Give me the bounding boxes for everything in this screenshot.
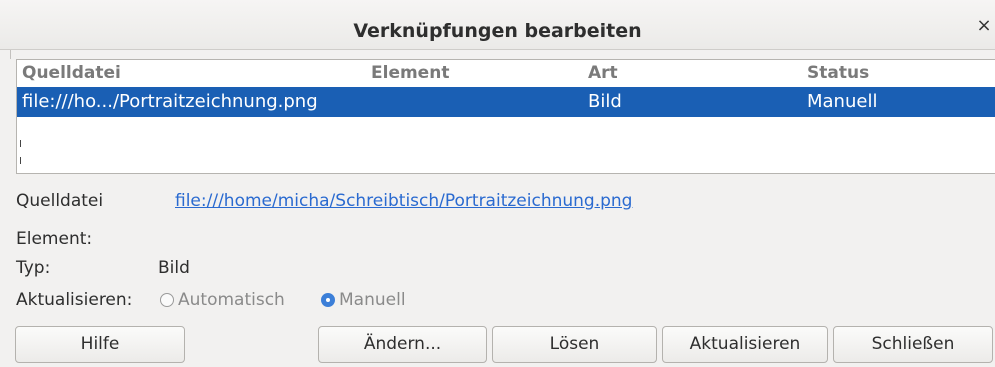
close-button[interactable]: Schließen [833,326,993,363]
element-label: Element: [16,229,93,249]
radio-automatic-label: Automatisch [178,290,285,310]
edit-links-dialog: Verknüpfungen bearbeiten × Quelldatei El… [0,0,995,367]
column-header-type[interactable]: Art [588,60,618,87]
radio-unchecked-icon [160,293,174,307]
list-marker [20,157,21,164]
radio-automatic[interactable]: Automatisch [160,290,285,310]
radio-manual-label: Manuell [339,290,406,310]
column-header-source[interactable]: Quelldatei [22,60,121,87]
row-status: Manuell [807,91,878,112]
row-source: file:///ho.../Portraitzeichnung.png [22,91,318,112]
update-label: Aktualisieren: [16,290,133,310]
close-icon[interactable]: × [975,15,993,37]
radio-checked-icon [321,293,335,307]
radio-manual[interactable]: Manuell [321,290,406,310]
row-type: Bild [588,91,622,112]
type-label: Typ: [16,258,51,278]
update-button[interactable]: Aktualisieren [662,326,828,363]
list-row-selected[interactable]: file:///ho.../Portraitzeichnung.png Bild… [17,87,995,117]
column-header-status[interactable]: Status [807,60,869,87]
frame-edge [10,50,11,59]
dialog-title: Verknüpfungen bearbeiten [353,20,642,42]
help-button[interactable]: Hilfe [15,326,185,363]
title-bar[interactable]: Verknüpfungen bearbeiten × [0,0,995,50]
list-header: Quelldatei Element Art Status [17,60,995,87]
change-button[interactable]: Ändern... [318,326,487,363]
source-link[interactable]: file:///home/micha/Schreibtisch/Portrait… [175,191,632,211]
source-label: Quelldatei [16,191,104,211]
list-marker [20,140,21,147]
links-list[interactable]: Quelldatei Element Art Status file:///ho… [16,59,995,174]
column-header-element[interactable]: Element [371,60,449,87]
break-link-button[interactable]: Lösen [492,326,657,363]
type-value: Bild [158,258,190,278]
